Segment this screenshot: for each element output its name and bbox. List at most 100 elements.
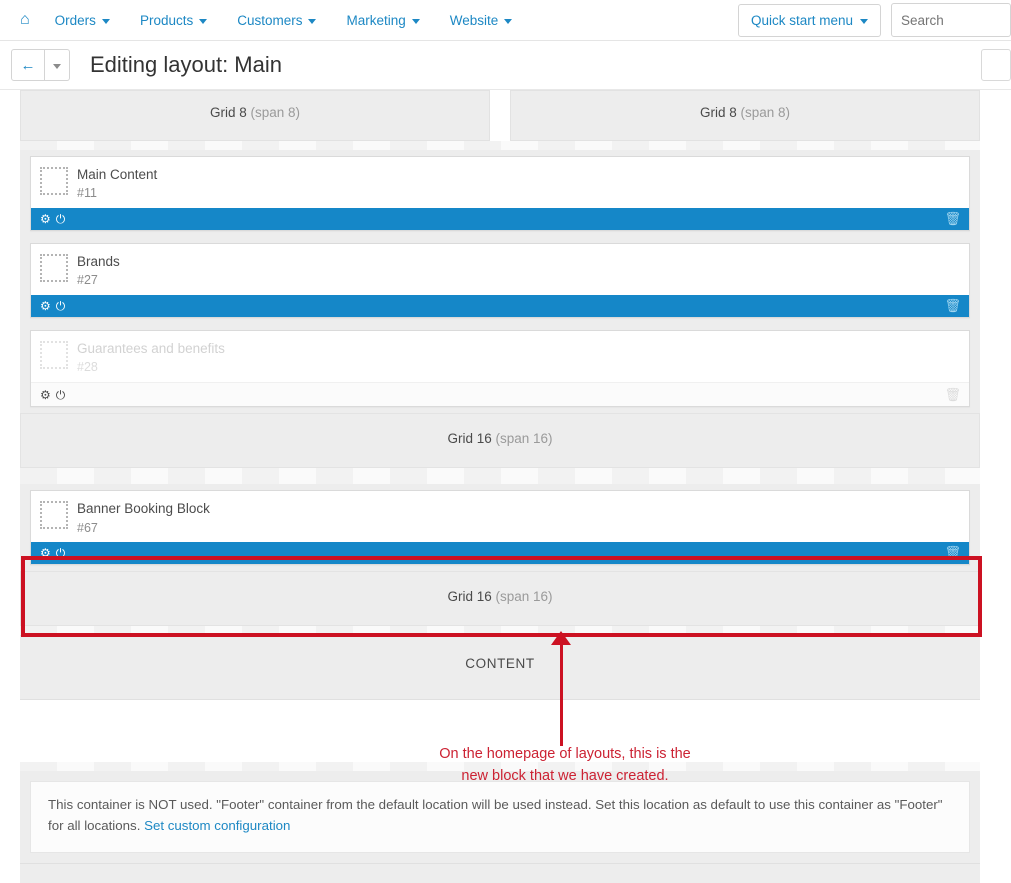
chevron-down-icon xyxy=(411,18,420,24)
nav-item-label: Orders xyxy=(54,12,96,28)
quick-start-menu-button[interactable]: Quick start menu xyxy=(737,3,881,37)
gear-icon[interactable]: ⚙ xyxy=(40,389,51,401)
trash-icon[interactable]: 🗑 xyxy=(944,545,961,561)
nav-item-label: Website xyxy=(449,12,499,28)
back-button[interactable]: ← xyxy=(11,49,45,81)
search-input[interactable] xyxy=(891,3,1011,37)
annotation-line xyxy=(560,636,563,746)
chevron-down-icon xyxy=(199,18,208,24)
layout-block[interactable]: Brands #27 ⚙ ⏻ 🗑 xyxy=(30,243,970,319)
layout-block[interactable]: Main Content #11 ⚙ ⏻ 🗑 xyxy=(30,156,970,232)
block-id: #67 xyxy=(77,520,98,535)
container-stripe-divider xyxy=(20,468,980,485)
block-text: Guarantees and benefits #28 xyxy=(77,339,225,376)
blocks-container: Main Content #11 ⚙ ⏻ 🗑 Brands #27 ⚙ ⏻ 🗑 … xyxy=(20,150,980,414)
block-body: Guarantees and benefits #28 xyxy=(31,331,969,382)
grid-label: Grid 8 xyxy=(699,105,737,120)
layout-editor-canvas: Grid 8 (span 8) Grid 8 (span 8) Main Con… xyxy=(0,90,1011,883)
grid-span-label: (span 8) xyxy=(740,105,791,120)
subheader-action-button[interactable] xyxy=(981,49,1011,81)
drag-handle-icon[interactable] xyxy=(40,341,68,370)
block-title: Main Content xyxy=(77,167,158,182)
grid-band-16-lower[interactable]: Grid 16 (span 16) xyxy=(20,571,980,627)
quick-start-menu-label: Quick start menu xyxy=(750,12,853,28)
chevron-down-icon xyxy=(860,18,868,24)
nav-item-customers[interactable]: Customers xyxy=(222,13,331,28)
nav-item-products[interactable]: Products xyxy=(125,13,222,28)
back-button-group: ← xyxy=(11,49,70,81)
block-wrapper: Brands #27 ⚙ ⏻ 🗑 xyxy=(20,237,980,324)
top-navigation-bar: ⌂ Orders Products Customers Marketing We… xyxy=(0,0,1011,41)
footer-section-label: FOOTER xyxy=(20,862,980,883)
block-body: Banner Booking Block #67 xyxy=(31,491,969,542)
gear-icon[interactable]: ⚙ xyxy=(40,213,51,225)
nav-item-orders[interactable]: Orders xyxy=(40,13,125,28)
block-id: #11 xyxy=(77,186,97,201)
annotation-line-2: new block that we have created. xyxy=(461,768,669,785)
block-toolbar: ⚙ ⏻ 🗑 xyxy=(31,382,969,407)
nav-item-website[interactable]: Website xyxy=(435,13,528,28)
block-tool-icons: ⚙ ⏻ xyxy=(40,213,65,225)
power-icon[interactable]: ⏻ xyxy=(56,213,66,225)
drag-handle-icon[interactable] xyxy=(40,254,68,283)
block-title: Banner Booking Block xyxy=(77,501,210,517)
trash-icon[interactable]: 🗑 xyxy=(944,211,961,227)
footer-notice: This container is NOT used. "Footer" con… xyxy=(30,781,970,853)
chevron-down-icon xyxy=(504,18,513,24)
chevron-down-icon xyxy=(53,63,61,69)
gear-icon[interactable]: ⚙ xyxy=(40,300,51,312)
grid-span-label: (span 16) xyxy=(495,589,553,605)
block-wrapper: Guarantees and benefits #28 ⚙ ⏻ 🗑 xyxy=(20,324,980,413)
grid-row-top: Grid 8 (span 8) Grid 8 (span 8) xyxy=(20,90,980,141)
nav-item-label: Products xyxy=(139,12,194,28)
chevron-down-icon xyxy=(101,18,110,24)
highlighted-block-container: Banner Booking Block #67 ⚙ ⏻ 🗑 xyxy=(20,484,980,572)
page-subheader: ← Editing layout: Main xyxy=(0,41,1011,90)
subheader-actions xyxy=(981,49,1011,81)
container-stripe-divider xyxy=(20,626,980,636)
grid-label: Grid 16 xyxy=(447,431,492,447)
layout-block-disabled[interactable]: Guarantees and benefits #28 ⚙ ⏻ 🗑 xyxy=(30,330,970,408)
topbar-right-group: Quick start menu xyxy=(737,3,1011,37)
grid-span-label: (span 8) xyxy=(250,105,301,120)
block-title: Guarantees and benefits xyxy=(77,341,225,357)
block-id: #27 xyxy=(77,273,98,288)
block-body: Main Content #11 xyxy=(31,157,969,208)
set-custom-configuration-link[interactable]: Set custom configuration xyxy=(144,818,290,833)
chevron-down-icon xyxy=(308,18,317,24)
layout-block-banner-booking[interactable]: Banner Booking Block #67 ⚙ ⏻ 🗑 xyxy=(30,490,970,566)
block-toolbar: ⚙ ⏻ 🗑 xyxy=(31,542,969,565)
block-tool-icons: ⚙ ⏻ xyxy=(40,547,65,559)
drag-handle-icon[interactable] xyxy=(40,501,68,530)
grid-span-label: (span 16) xyxy=(495,431,553,447)
block-wrapper: Banner Booking Block #67 ⚙ ⏻ 🗑 xyxy=(20,484,980,571)
grid-label: Grid 16 xyxy=(447,589,492,605)
power-icon[interactable]: ⏻ xyxy=(56,389,66,401)
gear-icon[interactable]: ⚙ xyxy=(40,547,51,559)
nav-item-marketing[interactable]: Marketing xyxy=(331,13,434,28)
home-icon[interactable]: ⌂ xyxy=(10,12,40,28)
grid-column-right[interactable]: Grid 8 (span 8) xyxy=(510,90,980,141)
block-wrapper: Main Content #11 ⚙ ⏻ 🗑 xyxy=(20,150,980,237)
block-body: Brands #27 xyxy=(31,244,969,295)
block-toolbar: ⚙ ⏻ 🗑 xyxy=(31,208,969,231)
container-stripe-divider xyxy=(20,141,980,150)
drag-handle-icon[interactable] xyxy=(40,167,68,195)
back-dropdown-button[interactable] xyxy=(45,49,70,81)
grid-label: Grid 8 xyxy=(209,105,247,120)
block-tool-icons: ⚙ ⏻ xyxy=(40,389,65,401)
block-text: Banner Booking Block #67 xyxy=(77,499,210,536)
nav-item-label: Marketing xyxy=(346,12,406,28)
content-section-label: CONTENT xyxy=(20,635,980,701)
block-tool-icons: ⚙ ⏻ xyxy=(40,300,65,312)
trash-icon[interactable]: 🗑 xyxy=(944,387,961,403)
block-title: Brands xyxy=(77,254,120,270)
trash-icon[interactable]: 🗑 xyxy=(944,298,961,314)
annotation-line-1: On the homepage of layouts, this is the xyxy=(439,746,691,762)
grid-column-left[interactable]: Grid 8 (span 8) xyxy=(20,90,490,141)
power-icon[interactable]: ⏻ xyxy=(56,300,66,312)
block-text: Main Content #11 xyxy=(77,165,157,202)
block-text: Brands #27 xyxy=(77,252,120,289)
power-icon[interactable]: ⏻ xyxy=(56,547,66,559)
grid-band-16[interactable]: Grid 16 (span 16) xyxy=(20,413,980,469)
